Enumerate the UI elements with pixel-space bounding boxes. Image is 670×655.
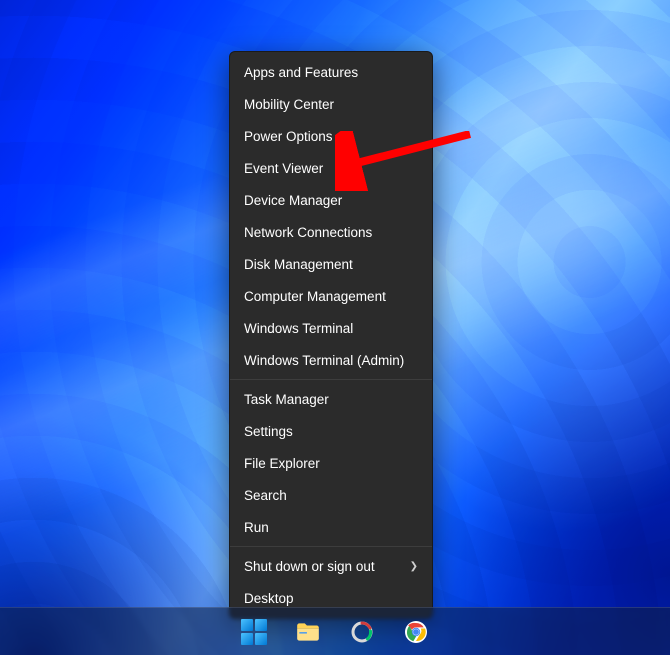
menu-item-shut-down-or-sign-out[interactable]: Shut down or sign out ❯ — [230, 550, 432, 582]
menu-item-label: Apps and Features — [244, 65, 358, 80]
menu-item-label: Mobility Center — [244, 97, 334, 112]
menu-item-device-manager[interactable]: Device Manager — [230, 184, 432, 216]
menu-item-label: Event Viewer — [244, 161, 323, 176]
menu-item-event-viewer[interactable]: Event Viewer — [230, 152, 432, 184]
menu-item-apps-and-features[interactable]: Apps and Features — [230, 56, 432, 88]
menu-item-label: Search — [244, 488, 287, 503]
menu-item-settings[interactable]: Settings — [230, 415, 432, 447]
menu-item-label: Disk Management — [244, 257, 353, 272]
menu-item-power-options[interactable]: Power Options — [230, 120, 432, 152]
menu-item-label: Network Connections — [244, 225, 372, 240]
windows-logo-icon — [241, 619, 267, 645]
winx-context-menu: Apps and Features Mobility Center Power Op… — [229, 51, 433, 619]
menu-item-label: Windows Terminal (Admin) — [244, 353, 404, 368]
settings-button[interactable] — [346, 616, 378, 648]
menu-item-label: Computer Management — [244, 289, 386, 304]
menu-item-task-manager[interactable]: Task Manager — [230, 383, 432, 415]
chrome-icon — [404, 620, 428, 644]
menu-item-label: Desktop — [244, 591, 294, 606]
menu-item-label: Task Manager — [244, 392, 329, 407]
menu-item-label: File Explorer — [244, 456, 320, 471]
menu-item-label: Shut down or sign out — [244, 559, 375, 574]
loading-ring-icon — [350, 620, 374, 644]
start-button[interactable] — [238, 616, 270, 648]
chrome-button[interactable] — [400, 616, 432, 648]
menu-item-windows-terminal[interactable]: Windows Terminal — [230, 312, 432, 344]
menu-item-mobility-center[interactable]: Mobility Center — [230, 88, 432, 120]
menu-item-search[interactable]: Search — [230, 479, 432, 511]
menu-item-disk-management[interactable]: Disk Management — [230, 248, 432, 280]
taskbar — [0, 607, 670, 655]
menu-item-label: Power Options — [244, 129, 333, 144]
folder-icon — [295, 619, 321, 645]
menu-item-label: Settings — [244, 424, 293, 439]
menu-item-computer-management[interactable]: Computer Management — [230, 280, 432, 312]
menu-item-label: Windows Terminal — [244, 321, 353, 336]
menu-separator — [230, 379, 432, 380]
menu-item-label: Run — [244, 520, 269, 535]
menu-item-file-explorer[interactable]: File Explorer — [230, 447, 432, 479]
file-explorer-button[interactable] — [292, 616, 324, 648]
menu-item-run[interactable]: Run — [230, 511, 432, 543]
chevron-right-icon: ❯ — [410, 561, 418, 572]
menu-separator — [230, 546, 432, 547]
menu-item-label: Device Manager — [244, 193, 342, 208]
menu-item-network-connections[interactable]: Network Connections — [230, 216, 432, 248]
menu-item-windows-terminal-admin[interactable]: Windows Terminal (Admin) — [230, 344, 432, 376]
